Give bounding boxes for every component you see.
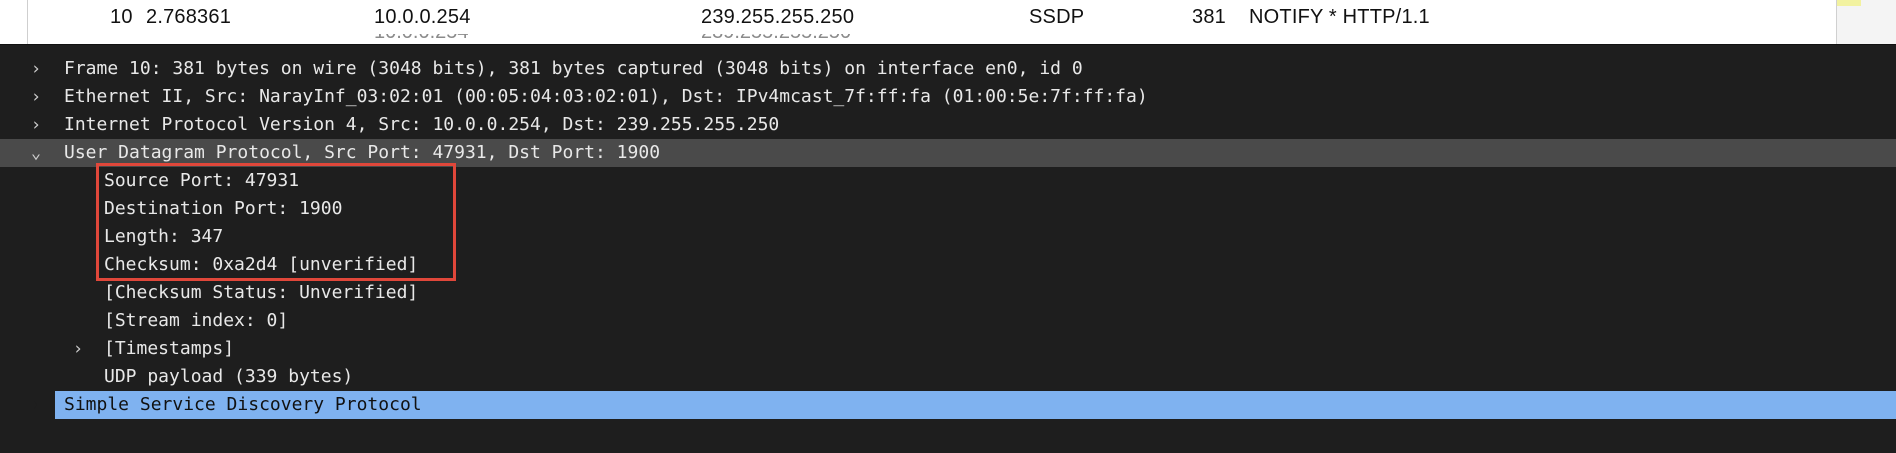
tree-item-label: [Timestamps] [104,338,235,359]
packet-next-source: 10.0.0.254 [374,34,469,44]
packet-length: 381 [1192,5,1226,28]
packet-next-destination: 239.255.255.250 [701,34,851,44]
udp-field-checksum[interactable]: Checksum: 0xa2d4 [unverified] [0,251,1896,279]
packet-protocol: SSDP [1029,5,1085,28]
chevron-right-icon[interactable]: › [26,55,46,83]
tree-item-frame[interactable]: › Frame 10: 381 bytes on wire (3048 bits… [0,55,1896,83]
packet-destination: 239.255.255.250 [701,5,855,28]
udp-field-stream-index[interactable]: [Stream index: 0] [0,307,1896,335]
udp-field-payload[interactable]: UDP payload (339 bytes) [0,363,1896,391]
packet-number: 10 [110,5,133,28]
column-divider [27,0,28,44]
packet-time: 2.768361 [146,5,232,28]
chevron-down-icon[interactable]: ⌄ [26,139,46,167]
tree-item-label: UDP payload (339 bytes) [104,366,354,387]
tree-item-label: [Stream index: 0] [104,310,289,331]
tree-item-label: Internet Protocol Version 4, Src: 10.0.0… [64,114,780,135]
chevron-right-icon[interactable]: › [26,391,46,419]
tree-item-label: Source Port: 47931 [104,170,300,191]
udp-field-source-port[interactable]: Source Port: 47931 [0,167,1896,195]
tree-item-ethernet[interactable]: › Ethernet II, Src: NarayInf_03:02:01 (0… [0,83,1896,111]
tree-item-label: Checksum: 0xa2d4 [unverified] [104,254,419,275]
packet-row-next-partial[interactable]: 10.0.0.254 239.255.255.250 [0,34,1896,44]
udp-field-length[interactable]: Length: 347 [0,223,1896,251]
udp-field-timestamps[interactable]: › [Timestamps] [0,335,1896,363]
chevron-right-icon[interactable]: › [26,83,46,111]
tree-item-label: Simple Service Discovery Protocol [64,394,422,415]
tree-item-label: Frame 10: 381 bytes on wire (3048 bits),… [64,58,1083,79]
tree-item-label: [Checksum Status: Unverified] [104,282,419,303]
packet-list-pane[interactable]: 10 2.768361 10.0.0.254 239.255.255.250 S… [0,0,1896,44]
tree-item-udp[interactable]: ⌄ User Datagram Protocol, Src Port: 4793… [0,139,1896,167]
scrollbar-marker [1837,0,1861,6]
chevron-right-icon[interactable]: › [26,111,46,139]
chevron-right-icon[interactable]: › [68,335,88,363]
wireshark-window: 10 2.768361 10.0.0.254 239.255.255.250 S… [0,0,1896,453]
udp-field-destination-port[interactable]: Destination Port: 1900 [0,195,1896,223]
tree-item-ssdp[interactable]: › Simple Service Discovery Protocol [0,391,1896,419]
udp-field-checksum-status[interactable]: [Checksum Status: Unverified] [0,279,1896,307]
packet-list-scrollbar[interactable] [1836,0,1896,44]
packet-details-tree: › Frame 10: 381 bytes on wire (3048 bits… [0,55,1896,419]
tree-item-label: Destination Port: 1900 [104,198,343,219]
tree-item-label: User Datagram Protocol, Src Port: 47931,… [64,142,661,163]
packet-source: 10.0.0.254 [374,5,471,28]
packet-row-selected[interactable]: 10 2.768361 10.0.0.254 239.255.255.250 S… [0,0,1836,34]
packet-info: NOTIFY * HTTP/1.1 [1249,5,1430,28]
tree-item-label: Ethernet II, Src: NarayInf_03:02:01 (00:… [64,86,1148,107]
tree-item-label: Length: 347 [104,226,224,247]
tree-item-ip[interactable]: › Internet Protocol Version 4, Src: 10.0… [0,111,1896,139]
packet-details-pane[interactable]: › Frame 10: 381 bytes on wire (3048 bits… [0,44,1896,453]
